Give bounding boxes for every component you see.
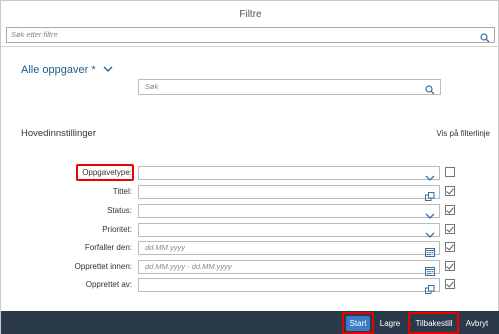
filterbar-checkbox[interactable] — [445, 261, 455, 271]
tittel-input[interactable] — [138, 185, 440, 201]
header-divider — [1, 46, 499, 47]
filter-label: Opprettet innen: — [74, 262, 132, 271]
filter-label: Tittel: — [112, 187, 132, 196]
filterbar-checkbox[interactable] — [445, 167, 455, 177]
filterbar-checkbox[interactable] — [445, 279, 455, 289]
dialog-footer: Start Lagre Tilbakestill Avbryt — [1, 311, 499, 334]
cancel-button[interactable]: Avbryt — [462, 316, 492, 331]
filter-row-opprettet-av: Opprettet av: — [1, 277, 499, 295]
filter-row-forfaller-den: Forfaller den: dd.MM.yyyy — [1, 240, 499, 258]
value-help-icon[interactable] — [425, 281, 435, 299]
forfaller-den-date-input[interactable]: dd.MM.yyyy — [138, 241, 440, 257]
chevron-down-icon[interactable] — [103, 64, 113, 76]
filter-label: Prioritet: — [102, 225, 132, 234]
save-button[interactable]: Lagre — [377, 316, 403, 331]
filter-label: Opprettet av: — [85, 280, 132, 289]
opprettet-innen-daterange-input[interactable]: dd.MM.yyyy - dd.MM.yyyy — [138, 260, 440, 276]
dialog-title: Filtre — [239, 9, 262, 20]
highlight-box-oppgavetype — [76, 164, 134, 181]
show-in-filterbar-header: Vis på filterlinje — [436, 129, 490, 138]
filter-value: dd.MM.yyyy - dd.MM.yyyy — [145, 262, 232, 271]
filter-row-tittel: Tittel: — [1, 184, 499, 202]
status-select[interactable] — [138, 204, 440, 219]
search-icon[interactable] — [425, 82, 435, 100]
filter-row-opprettet-innen: Opprettet innen: dd.MM.yyyy - dd.MM.yyyy — [1, 259, 499, 277]
prioritet-select[interactable] — [138, 223, 440, 238]
variant-selector[interactable]: Alle oppgaver * — [21, 64, 113, 76]
highlight-box-start — [342, 312, 374, 334]
opprettet-av-input[interactable] — [138, 278, 440, 294]
basic-search-input[interactable]: Søk — [138, 79, 441, 95]
section-title: Hovedinnstillinger — [21, 128, 96, 139]
highlight-box-reset — [408, 312, 459, 334]
filter-label: Forfaller den: — [84, 243, 132, 252]
filter-search-input[interactable]: Søk etter filtre — [6, 27, 495, 43]
filter-row-prioritet: Prioritet: — [1, 222, 499, 240]
filterbar-checkbox[interactable] — [445, 224, 455, 234]
filter-label: Status: — [107, 206, 132, 215]
variant-label: Alle oppgaver * — [21, 64, 96, 76]
filterbar-checkbox[interactable] — [445, 205, 455, 215]
filter-value: dd.MM.yyyy — [145, 243, 186, 252]
filter-row-status: Status: — [1, 203, 499, 221]
filter-search-placeholder: Søk etter filtre — [11, 30, 58, 39]
basic-search-placeholder: Søk — [145, 82, 159, 91]
filterbar-checkbox[interactable] — [445, 242, 455, 252]
filter-dialog: Filtre Søk etter filtre Alle oppgaver * … — [0, 0, 499, 334]
filterbar-checkbox[interactable] — [445, 186, 455, 196]
oppgavetype-select[interactable] — [138, 166, 440, 181]
